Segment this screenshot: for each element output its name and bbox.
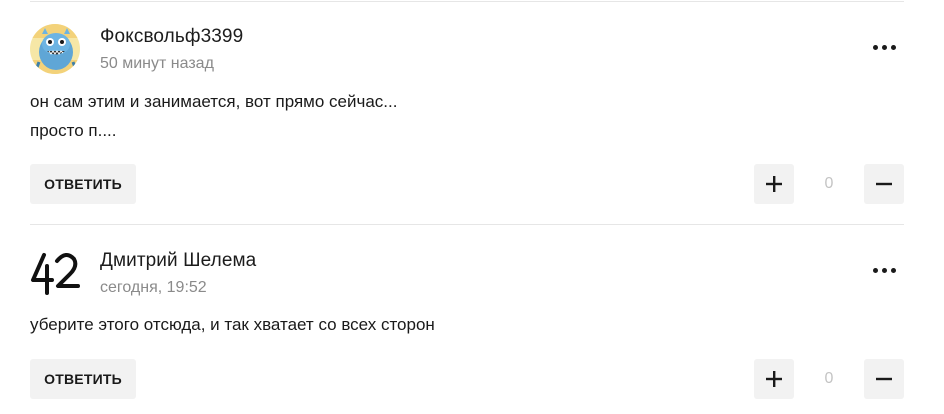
upvote-button[interactable]: [754, 359, 794, 399]
downvote-button[interactable]: [864, 164, 904, 204]
downvote-button[interactable]: [864, 359, 904, 399]
comment-line: просто п....: [30, 121, 117, 140]
vote-score: 0: [824, 370, 834, 387]
comment-timestamp: 50 минут назад: [100, 55, 214, 72]
comment-line: уберите этого отсюда, и так хватает со в…: [30, 315, 435, 334]
comment-feed: Фоксвольф3399 50 минут назад он сам этим…: [0, 0, 944, 414]
comment: Фоксвольф3399 50 минут назад он сам этим…: [0, 0, 944, 224]
comment-text: уберите этого отсюда, и так хватает со в…: [30, 310, 435, 339]
plus-icon: [766, 176, 782, 192]
comment-text: он сам этим и занимается, вот прямо сейч…: [30, 87, 397, 145]
minus-icon: [876, 182, 892, 186]
minus-icon: [876, 377, 892, 381]
upvote-button[interactable]: [754, 164, 794, 204]
author-name[interactable]: Фоксвольф3399: [100, 26, 243, 48]
dot: [890, 267, 896, 273]
avatar[interactable]: [30, 248, 80, 298]
reply-button[interactable]: ОТВЕТИТЬ: [30, 359, 136, 399]
vote-score: 0: [824, 175, 834, 192]
blue-monster-icon: [30, 24, 80, 74]
plus-icon: [766, 371, 782, 387]
comment-timestamp: сегодня, 19:52: [100, 279, 207, 296]
dot: [881, 267, 887, 273]
dot: [890, 44, 896, 50]
comment: Дмитрий Шелема сегодня, 19:52 уберите эт…: [0, 224, 944, 414]
reply-button[interactable]: ОТВЕТИТЬ: [30, 164, 136, 204]
author-name[interactable]: Дмитрий Шелема: [100, 250, 256, 272]
dot: [872, 44, 878, 50]
more-options-button[interactable]: [872, 258, 896, 282]
dot: [881, 44, 887, 50]
number-42-icon: [30, 248, 80, 298]
comment-line: он сам этим и занимается, вот прямо сейч…: [30, 92, 398, 111]
dot: [872, 267, 878, 273]
more-options-button[interactable]: [872, 35, 896, 59]
avatar[interactable]: [30, 24, 80, 74]
